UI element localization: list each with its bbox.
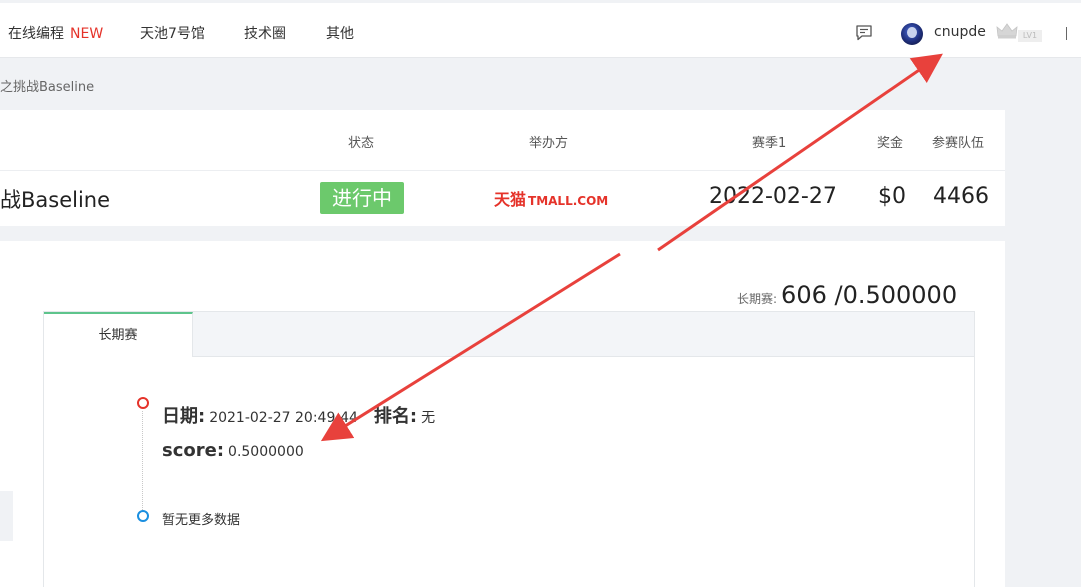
timeline-line xyxy=(142,411,143,512)
long-term-summary: 长期赛: 606 /0.500000 xyxy=(737,281,957,309)
rank-value: 无 xyxy=(421,410,436,426)
date-label: 日期: xyxy=(162,406,206,427)
nav-item-other[interactable]: 其他 xyxy=(326,23,354,43)
date-value: 2021-02-27 20:49:44 xyxy=(209,410,358,426)
teams-count: 4466 xyxy=(933,184,989,209)
avatar[interactable] xyxy=(901,23,923,45)
long-term-score: 606 /0.500000 xyxy=(781,281,958,309)
prize-value: $0 xyxy=(878,184,906,209)
nav-item-label: 在线编程 xyxy=(8,26,64,42)
level-badge: LV1 xyxy=(1018,30,1042,42)
message-icon[interactable] xyxy=(855,24,873,42)
tab-bar: 长期赛 xyxy=(44,312,974,357)
competition-name[interactable]: 战Baseline xyxy=(0,184,110,214)
timeline-dot-end xyxy=(137,510,149,522)
tab-long-term[interactable]: 长期赛 xyxy=(44,312,193,357)
rank-label: 排名: xyxy=(373,406,418,427)
header-organizer: 举办方 xyxy=(529,136,569,151)
divider xyxy=(0,170,1005,171)
top-navigation: 在线编程 NEW 天池7号馆 技术圈 其他 cnupde LV1 xyxy=(0,3,1081,58)
nav-item-tianchi-hall[interactable]: 天池7号馆 xyxy=(140,23,205,43)
tab-panel: 长期赛 日期: 2021-02-27 20:49:44 排名: 无 score: 0.5… xyxy=(43,311,975,587)
nav-divider xyxy=(1066,27,1067,40)
organizer-logo: 天猫 TMALL.COM xyxy=(494,186,608,210)
competition-info-card: 状态 举办方 赛季1 奖金 参赛队伍 战Baseline 进行中 天猫 TMALL… xyxy=(0,110,1005,226)
score-label: score: xyxy=(162,440,225,461)
score-value: 0.5000000 xyxy=(228,444,304,460)
no-more-data: 暂无更多数据 xyxy=(162,513,241,528)
username[interactable]: cnupde xyxy=(934,24,986,40)
long-term-label: 长期赛: xyxy=(737,292,778,306)
season-date: 2022-02-27 xyxy=(709,184,837,209)
new-badge: NEW xyxy=(70,26,104,42)
header-prize: 奖金 xyxy=(877,136,904,151)
leaderboard-card: 长期赛: 606 /0.500000 长期赛 日期: 2021-02-27 20:4… xyxy=(13,241,1005,587)
crown-icon xyxy=(996,23,1018,39)
status-badge: 进行中 xyxy=(320,182,404,214)
side-panel xyxy=(0,541,13,587)
breadcrumb[interactable]: 之挑战Baseline xyxy=(0,76,94,95)
organizer-logo-cn: 天猫 xyxy=(494,190,527,209)
header-status: 状态 xyxy=(348,136,375,151)
nav-item-online-coding[interactable]: 在线编程 NEW xyxy=(8,23,103,43)
header-season: 赛季1 xyxy=(752,136,787,151)
header-teams: 参赛队伍 xyxy=(932,136,985,151)
timeline-dot xyxy=(137,397,149,409)
score-entry: score: 0.5000000 xyxy=(162,440,304,461)
submission-entry: 日期: 2021-02-27 20:49:44 排名: 无 xyxy=(162,402,435,428)
nav-item-tech-circle[interactable]: 技术圈 xyxy=(244,23,286,43)
organizer-logo-en: TMALL.COM xyxy=(528,194,609,208)
side-panel xyxy=(0,241,13,491)
